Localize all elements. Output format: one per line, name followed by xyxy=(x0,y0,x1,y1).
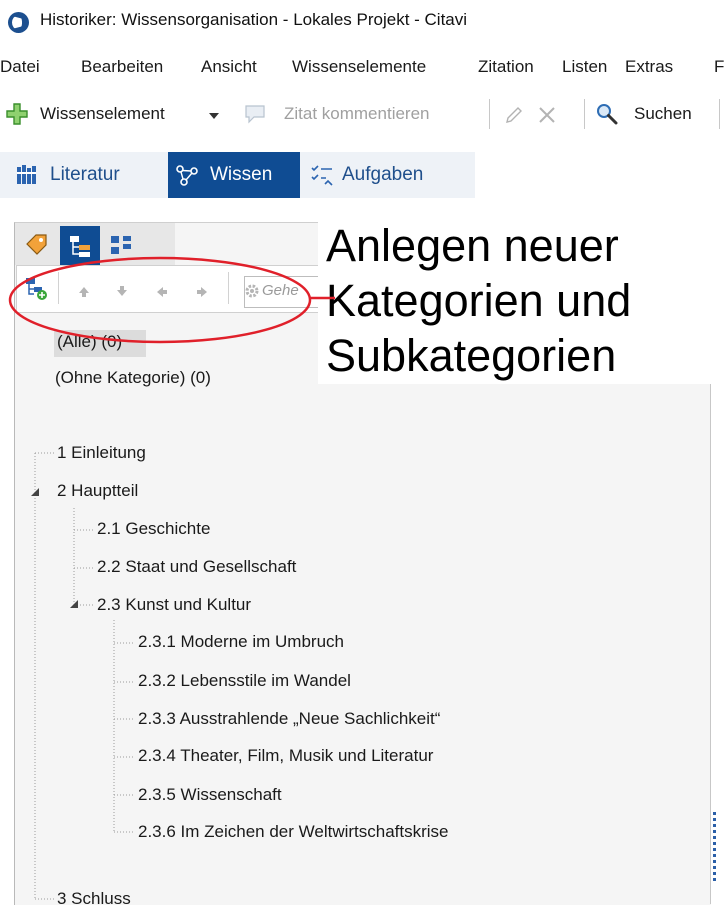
annotation-highlight xyxy=(8,256,335,344)
annotation-ellipse xyxy=(8,256,312,344)
